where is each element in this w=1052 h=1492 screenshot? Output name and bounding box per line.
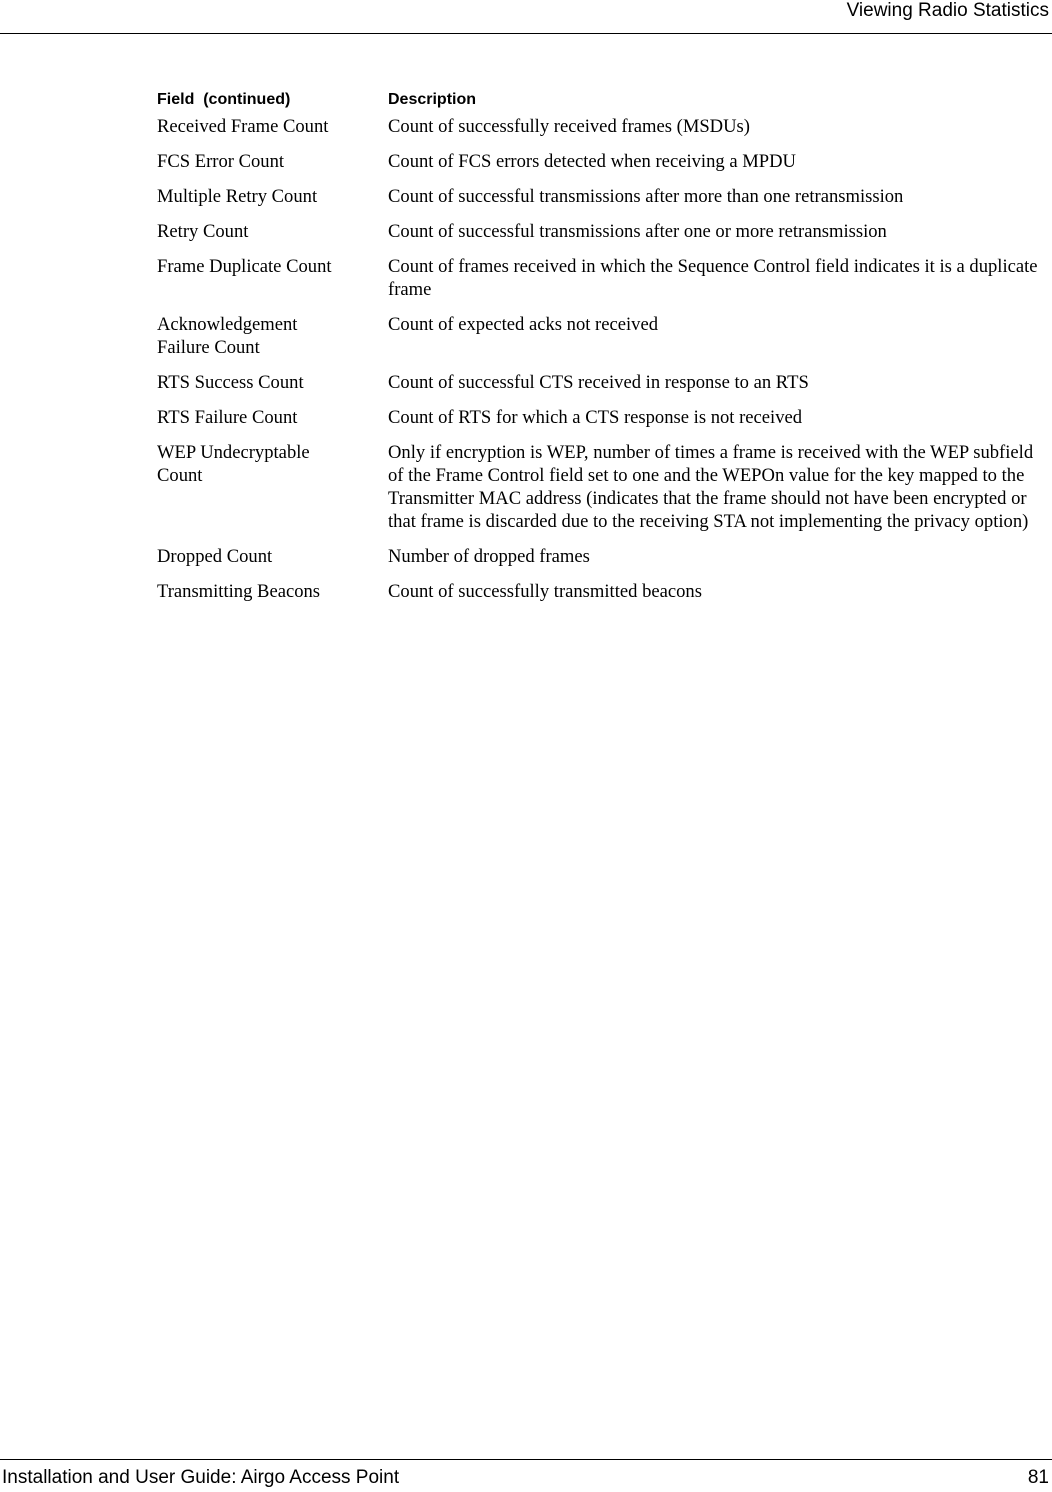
field-description: Count of successful CTS received in resp… xyxy=(388,372,809,393)
field-description-table: Field (continued) Description Received F… xyxy=(157,89,1047,603)
field-description: Count of successfully received frames (M… xyxy=(388,116,750,137)
field-name: Dropped Count xyxy=(157,546,273,567)
field-name: Received Frame Count xyxy=(157,116,329,137)
field-description: Count of expected acks not received xyxy=(388,314,659,335)
field-description: Count of successful transmissions after … xyxy=(388,186,904,207)
field-description: Number of dropped frames xyxy=(388,546,590,567)
field-name: RTS Success Count xyxy=(157,372,304,393)
table-row: WEP Undecryptable Count Only if encrypti… xyxy=(157,441,1047,533)
field-name: Retry Count xyxy=(157,221,249,242)
table-row: Retry Count Count of successful transmis… xyxy=(157,220,1047,243)
field-name: FCS Error Count xyxy=(157,151,285,172)
table-row: Received Frame Count Count of successful… xyxy=(157,115,1047,138)
field-name: Multiple Retry Count xyxy=(157,186,318,207)
table-row: Acknowledgement Failure Count Count of e… xyxy=(157,313,1047,359)
field-description: Count of successfully transmitted beacon… xyxy=(388,581,702,602)
field-description: Count of successful transmissions after … xyxy=(388,221,887,242)
column-header-field: Field (continued) xyxy=(157,91,291,108)
field-description: Only if encryption is WEP, number of tim… xyxy=(388,442,1034,532)
table-row: Dropped Count Number of dropped frames xyxy=(157,545,1047,568)
field-name: WEP Undecryptable Count xyxy=(157,442,310,486)
table-row: Multiple Retry Count Count of successful… xyxy=(157,185,1047,208)
field-description: Count of RTS for which a CTS response is… xyxy=(388,407,803,428)
footer-rule xyxy=(0,1459,1052,1460)
table-row: Frame Duplicate Count Count of frames re… xyxy=(157,255,1047,301)
field-name: RTS Failure Count xyxy=(157,407,298,428)
footer-guide-title: Installation and User Guide: Airgo Acces… xyxy=(2,1467,400,1488)
field-description: Count of FCS errors detected when receiv… xyxy=(388,151,796,172)
field-name: Acknowledgement Failure Count xyxy=(157,314,298,358)
table-row: FCS Error Count Count of FCS errors dete… xyxy=(157,150,1047,173)
field-name: Transmitting Beacons xyxy=(157,581,321,602)
table-row: Transmitting Beacons Count of successful… xyxy=(157,580,1047,603)
column-header-description: Description xyxy=(388,91,477,108)
table-row: RTS Success Count Count of successful CT… xyxy=(157,371,1047,394)
field-name: Frame Duplicate Count xyxy=(157,256,332,277)
table-row: RTS Failure Count Count of RTS for which… xyxy=(157,406,1047,429)
header-rule xyxy=(0,33,1052,34)
running-header-title: Viewing Radio Statistics xyxy=(846,0,1049,21)
field-description: Count of frames received in which the Se… xyxy=(388,256,1038,300)
table-header-row: Field (continued) Description xyxy=(157,89,1047,115)
page-number: 81 xyxy=(1027,1467,1049,1488)
table-body: Received Frame Count Count of successful… xyxy=(157,115,1047,603)
